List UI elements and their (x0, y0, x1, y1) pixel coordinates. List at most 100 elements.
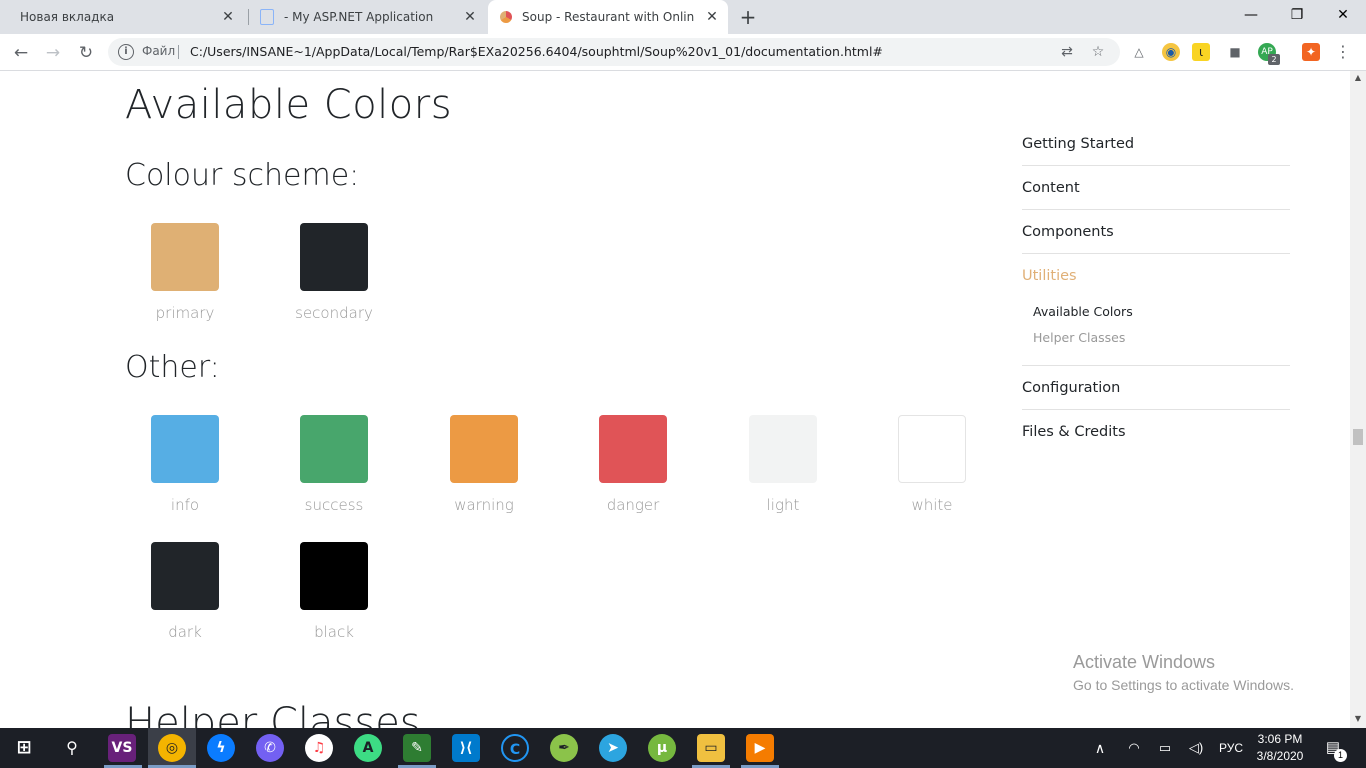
back-button[interactable]: ← (8, 40, 34, 66)
close-icon[interactable]: ✕ (704, 9, 720, 25)
other-heading: Other: (125, 350, 220, 385)
notification-count: 1 (1334, 749, 1347, 762)
swatch-dark (151, 542, 219, 610)
android-studio-icon[interactable]: A (354, 734, 382, 762)
telegram-icon[interactable]: ➤ (599, 734, 627, 762)
visual-studio-icon[interactable]: VS (108, 734, 136, 762)
tab-new-tab[interactable]: Новая вкладка ✕ (8, 0, 244, 34)
messenger-icon[interactable]: ϟ (207, 734, 235, 762)
tab-title: - My ASP.NET Application (284, 10, 434, 24)
viber-icon[interactable]: ✆ (256, 734, 284, 762)
new-tab-button[interactable]: + (736, 5, 760, 29)
swatch-secondary (300, 223, 368, 291)
battery-icon[interactable]: ▭ (1155, 728, 1175, 768)
tab-title: Новая вкладка (20, 10, 115, 24)
menu-icon[interactable]: ⋮ (1334, 43, 1352, 61)
docs-sidenav: Getting Started Content Components Utili… (1022, 122, 1290, 453)
vscode-icon[interactable]: ⟩⟨ (452, 734, 480, 762)
soup-favicon-icon (500, 11, 512, 23)
notifications-icon[interactable]: ▤ (1322, 728, 1344, 768)
window-close-button[interactable]: ✕ (1320, 0, 1366, 30)
utorrent-icon[interactable]: µ (648, 734, 676, 762)
tab-divider (248, 9, 249, 25)
extension-kiwi-icon[interactable]: ɩ (1192, 43, 1210, 61)
page-title: Available Colors (125, 82, 453, 128)
extension-drive-icon[interactable]: △ (1130, 43, 1148, 61)
scroll-down-icon[interactable]: ▼ (1350, 712, 1366, 726)
nav-utilities[interactable]: Utilities (1022, 254, 1290, 297)
tab-strip: Новая вкладка ✕ - My ASP.NET Application… (0, 0, 1366, 34)
helper-classes-heading: Helper Classes (125, 700, 421, 728)
file-explorer-icon[interactable]: ▭ (697, 734, 725, 762)
translate-icon[interactable]: ⇄ (1058, 43, 1076, 61)
reload-button[interactable]: ↻ (73, 40, 99, 66)
swatch-black (300, 542, 368, 610)
info-icon[interactable]: i (118, 44, 134, 60)
maximize-button[interactable]: ❐ (1274, 0, 1320, 30)
windows-start-icon[interactable]: ⊞ (10, 734, 38, 762)
colour-scheme-heading: Colour scheme: (125, 158, 360, 193)
swatch-label-light: light (766, 496, 800, 514)
swatch-success (300, 415, 368, 483)
volume-icon[interactable]: ◁) (1186, 728, 1206, 768)
scrollbar-thumb[interactable] (1353, 429, 1363, 445)
extension-owl-icon[interactable]: ◉ (1162, 43, 1180, 61)
close-icon[interactable]: ✕ (462, 9, 478, 25)
close-icon[interactable]: ✕ (220, 9, 236, 25)
media-player-icon[interactable]: ▶ (746, 734, 774, 762)
subnav-available-colors[interactable]: Available Colors (1033, 299, 1290, 325)
minimize-button[interactable]: — (1228, 0, 1274, 30)
swatch-warning (450, 415, 518, 483)
chrome-icon[interactable]: ◎ (158, 734, 186, 762)
windows-taskbar: ⊞ ⚲ VS ◎ ϟ ✆ ♫ A ✎ ⟩⟨ C ✒ ➤ µ ▭ ▶ ∧ ◠ ▭ … (0, 728, 1366, 768)
swatch-label-white: white (911, 496, 953, 514)
tools-icon[interactable]: ✎ (403, 734, 431, 762)
swatch-label-danger: danger (606, 496, 660, 514)
language-indicator[interactable]: РУС (1214, 728, 1248, 768)
swatch-light (749, 415, 817, 483)
swatch-info (151, 415, 219, 483)
scheme-label: Файл (142, 44, 176, 58)
tab-title: Soup - Restaurant with Online Or (522, 10, 694, 24)
subnav-helper-classes[interactable]: Helper Classes (1033, 325, 1290, 351)
activate-windows-subtitle: Go to Settings to activate Windows. (1073, 677, 1294, 693)
swatch-label-black: black (314, 623, 354, 641)
swatch-label-dark: dark (168, 623, 202, 641)
browser-toolbar: ← → ↻ i Файл C:/Users/INSANE~1/AppData/L… (0, 34, 1366, 71)
nav-components[interactable]: Components (1022, 210, 1290, 254)
swatch-label-warning: warning (454, 496, 514, 514)
omnibox-divider (178, 45, 179, 59)
swatch-label-primary: primary (155, 304, 215, 322)
url-text[interactable]: C:/Users/INSANE~1/AppData/Local/Temp/Rar… (190, 44, 883, 59)
swatch-white (898, 415, 966, 483)
swatch-label-info: info (170, 496, 200, 514)
tab-soup[interactable]: Soup - Restaurant with Online Or ✕ (488, 0, 728, 34)
nav-configuration[interactable]: Configuration (1022, 366, 1290, 410)
search-icon[interactable]: ⚲ (58, 734, 86, 762)
bookmark-star-icon[interactable]: ☆ (1089, 43, 1107, 61)
documentation-page: Available Colors Colour scheme: primary … (0, 72, 1350, 728)
nav-content[interactable]: Content (1022, 166, 1290, 210)
forward-button[interactable]: → (40, 40, 66, 66)
inkscape-icon[interactable]: ✒ (550, 734, 578, 762)
swatch-label-success: success (304, 496, 364, 514)
ccleaner-icon[interactable]: C (501, 734, 529, 762)
show-hidden-icons-icon[interactable]: ∧ (1090, 728, 1110, 768)
address-bar[interactable]: i Файл C:/Users/INSANE~1/AppData/Local/T… (108, 38, 1120, 66)
system-clock[interactable]: 3:06 PM 3/8/2020 (1255, 731, 1305, 765)
page-scrollbar[interactable]: ▲ ▼ (1350, 71, 1366, 728)
swatch-primary (151, 223, 219, 291)
tab-asp-net[interactable]: - My ASP.NET Application ✕ (250, 0, 486, 34)
extension-fox-icon[interactable]: ✦ (1302, 43, 1320, 61)
swatch-danger (599, 415, 667, 483)
clock-time: 3:06 PM (1257, 732, 1303, 746)
nav-files-credits[interactable]: Files & Credits (1022, 410, 1290, 453)
nav-getting-started[interactable]: Getting Started (1022, 122, 1290, 166)
clock-date: 3/8/2020 (1256, 749, 1304, 763)
itunes-icon[interactable]: ♫ (305, 734, 333, 762)
extension-camera-icon[interactable]: ■ (1226, 43, 1244, 61)
scroll-up-icon[interactable]: ▲ (1350, 71, 1366, 85)
page-icon (260, 9, 274, 25)
utilities-subnav: Available Colors Helper Classes (1022, 297, 1290, 366)
network-icon[interactable]: ◠ (1124, 728, 1144, 768)
